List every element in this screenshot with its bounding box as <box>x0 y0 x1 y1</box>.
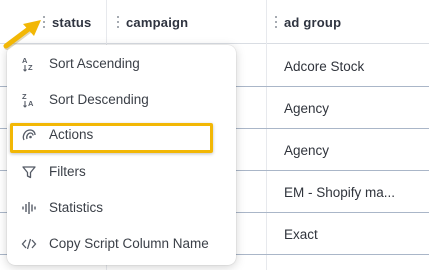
menu-item-statistics[interactable]: Statistics <box>7 190 236 226</box>
column-header-label: ad group <box>284 14 342 30</box>
annotation-arrow-icon <box>3 20 41 50</box>
column-header-label: campaign <box>126 14 189 30</box>
menu-item-label: Sort Ascending <box>49 56 140 71</box>
code-icon <box>21 235 37 253</box>
menu-item-actions[interactable]: Actions <box>7 117 236 153</box>
menu-item-label: Statistics <box>49 200 104 215</box>
menu-item-label: Sort Descending <box>49 92 149 107</box>
drag-handle-icon[interactable] <box>114 15 122 29</box>
ad-group-cell: Agency <box>284 100 330 116</box>
ad-group-cell: Agency <box>284 142 330 158</box>
column-header-ad-group[interactable]: ad group <box>272 0 341 44</box>
column-context-menu: A Z Sort Ascending Z A Sort Descending A… <box>7 45 236 265</box>
filter-icon <box>21 163 37 181</box>
svg-text:Z: Z <box>22 92 27 101</box>
ad-group-cell: Adcore Stock <box>284 58 365 74</box>
column-header-label: status <box>52 14 92 30</box>
drag-handle-icon[interactable] <box>272 15 280 29</box>
sort-descending-icon: Z A <box>21 91 37 109</box>
svg-text:A: A <box>28 99 34 108</box>
menu-item-copy-script-column-name[interactable]: Copy Script Column Name <box>7 226 236 262</box>
menu-item-label: Copy Script Column Name <box>49 236 209 251</box>
menu-item-label: Filters <box>49 164 86 179</box>
ad-group-cell: Exact <box>284 226 318 242</box>
actions-icon <box>21 126 37 144</box>
column-header-status[interactable]: status <box>40 0 92 44</box>
svg-text:Z: Z <box>28 63 33 72</box>
menu-item-sort-descending[interactable]: Z A Sort Descending <box>7 82 236 118</box>
column-header-campaign[interactable]: campaign <box>114 0 188 44</box>
menu-item-filters[interactable]: Filters <box>7 154 236 190</box>
sort-ascending-icon: A Z <box>21 55 37 73</box>
menu-item-label: Actions <box>49 127 94 142</box>
table-header: status campaign ad group <box>0 0 429 44</box>
statistics-icon <box>21 199 37 217</box>
ad-group-cell: EM - Shopify ma... <box>284 184 396 200</box>
